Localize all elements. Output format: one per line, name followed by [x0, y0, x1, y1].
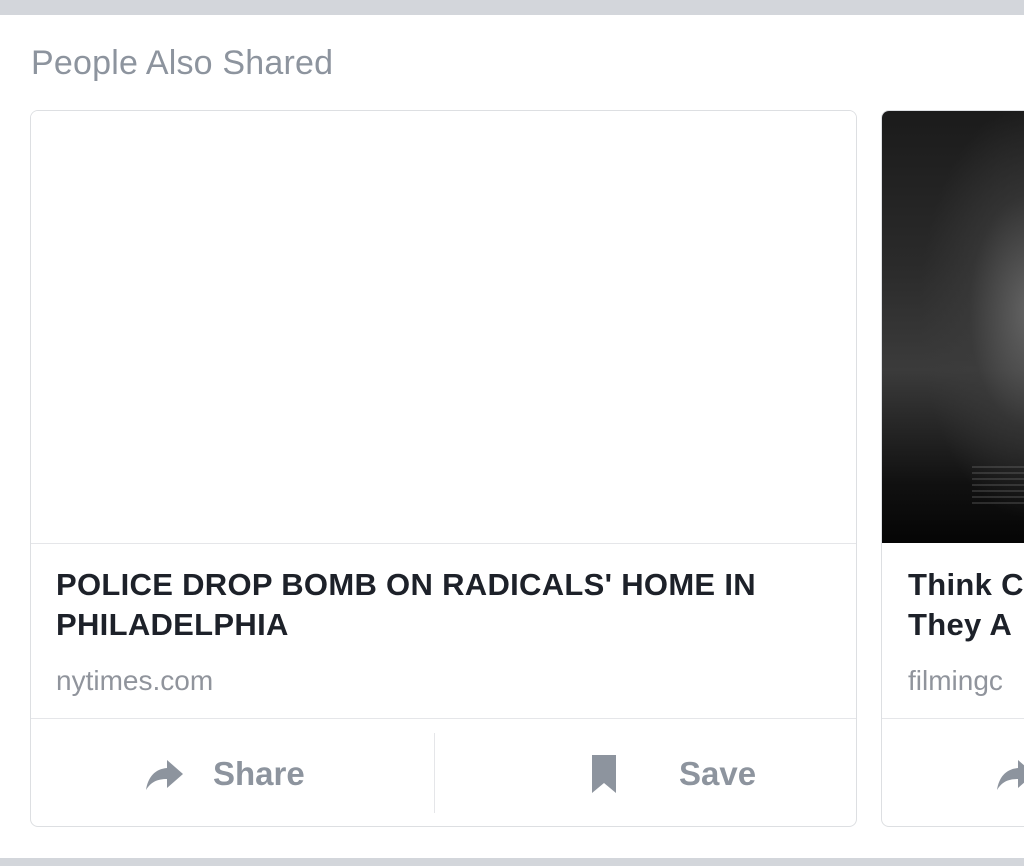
save-button[interactable]: Save [587, 719, 757, 826]
share-label: Share [213, 755, 305, 792]
link-source-domain: nytimes.com [56, 665, 214, 696]
share-arrow-icon [143, 752, 187, 796]
share-button[interactable]: Share [143, 719, 305, 826]
card-actions-bar: Share Save [31, 718, 856, 826]
link-headline[interactable]: POLICE DROP BOMB ON RADICALS' HOME IN PH… [56, 565, 836, 645]
link-preview-image[interactable] [882, 111, 1024, 543]
link-preview-image[interactable] [31, 111, 856, 544]
share-button[interactable] [994, 719, 1024, 826]
bottom-section-divider [0, 858, 1024, 866]
link-headline[interactable]: Think C They A [908, 565, 1024, 645]
action-divider [434, 733, 435, 813]
shared-link-card[interactable]: POLICE DROP BOMB ON RADICALS' HOME IN PH… [30, 110, 857, 827]
top-section-divider [0, 0, 1024, 15]
bookmark-icon [587, 752, 631, 796]
save-label: Save [679, 755, 757, 792]
link-source-domain: filmingc [908, 665, 1003, 696]
shared-link-card[interactable]: Think C They A filmingc [881, 110, 1024, 827]
share-arrow-icon [994, 752, 1024, 796]
section-title: People Also Shared [31, 44, 334, 82]
card-actions-bar [882, 718, 1024, 826]
